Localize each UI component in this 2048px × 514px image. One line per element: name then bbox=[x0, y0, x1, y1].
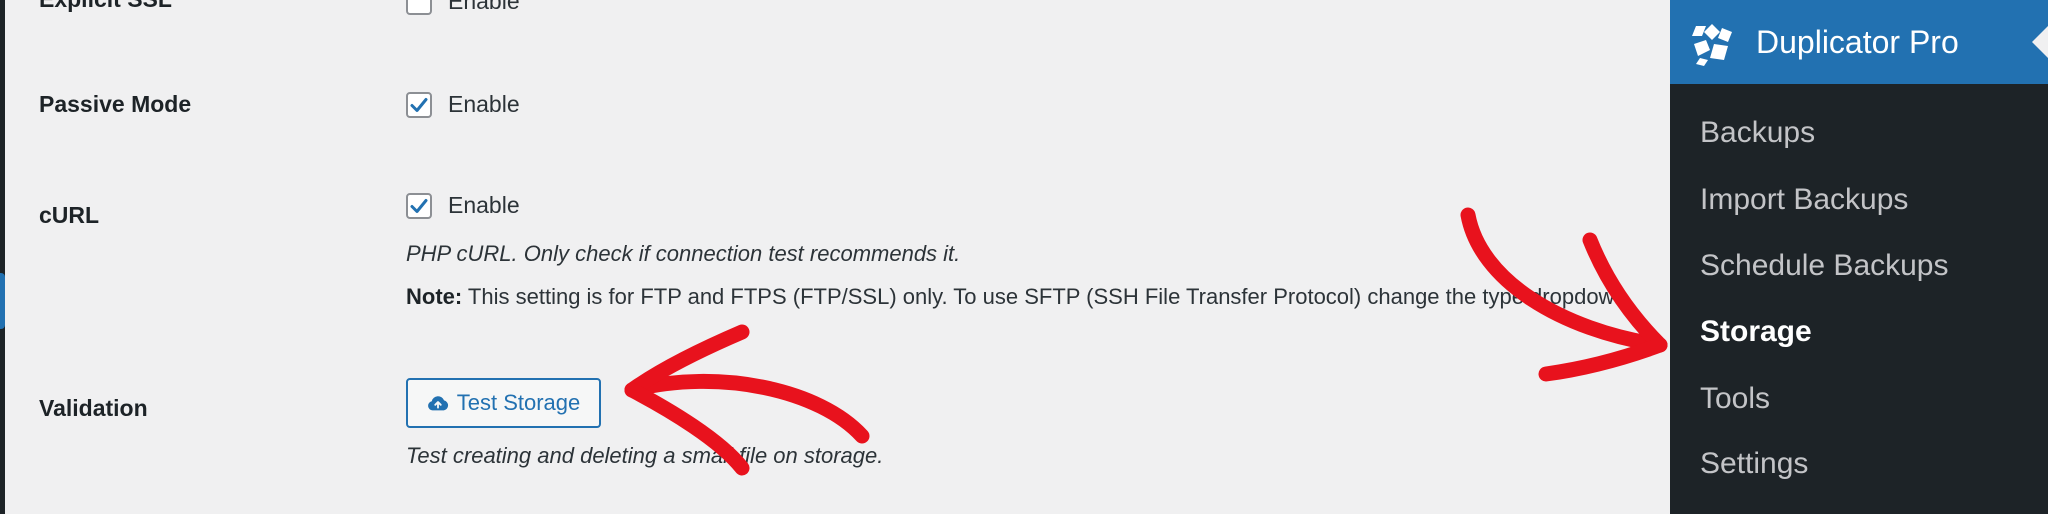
checkmark-icon bbox=[410, 97, 428, 112]
explicit-ssl-checkrow: Enable bbox=[406, 0, 520, 15]
passive-mode-label: Passive Mode bbox=[39, 91, 192, 117]
curl-checkrow: Enable bbox=[406, 192, 520, 219]
validation-description: Test creating and deleting a small file … bbox=[406, 443, 884, 468]
curl-checkbox[interactable] bbox=[406, 192, 432, 219]
explicit-ssl-label: Explicit SSL bbox=[39, 0, 172, 13]
cloud-upload-icon bbox=[427, 396, 448, 411]
passive-mode-check-label: Enable bbox=[448, 91, 520, 117]
arrow-to-storage-head-lower bbox=[1538, 337, 1668, 382]
explicit-ssl-check-label: Enable bbox=[448, 0, 520, 14]
arrow-to-button-shaft bbox=[624, 373, 870, 444]
admin-edge bbox=[0, 0, 5, 514]
passive-mode-checkbox[interactable] bbox=[406, 91, 432, 118]
sidebar-item-backups[interactable]: Backups bbox=[1700, 116, 1815, 150]
current-menu-pointer bbox=[2032, 26, 2048, 58]
checkmark-icon bbox=[410, 198, 428, 213]
test-storage-label: Test Storage bbox=[456, 390, 581, 415]
duplicator-logo-icon bbox=[1692, 24, 1732, 66]
sidebar-item-schedule-backups[interactable]: Schedule Backups bbox=[1700, 249, 1949, 283]
explicit-ssl-checkbox[interactable] bbox=[406, 0, 432, 15]
admin-edge-tab bbox=[0, 273, 5, 329]
passive-mode-checkrow: Enable bbox=[406, 91, 520, 118]
arrow-to-storage-shaft bbox=[1460, 207, 1668, 353]
note-text: This setting is for FTP and FTPS (FTP/SS… bbox=[462, 284, 1627, 309]
arrow-to-button-head-upper bbox=[624, 324, 750, 398]
sidebar-item-tools[interactable]: Tools bbox=[1700, 382, 1770, 416]
test-storage-button[interactable]: Test Storage bbox=[406, 378, 601, 428]
validation-label: Validation bbox=[39, 395, 148, 421]
sidebar-item-settings[interactable]: Settings bbox=[1700, 447, 1808, 481]
curl-check-label: Enable bbox=[448, 192, 520, 218]
note-label: Note: bbox=[406, 284, 463, 309]
sidebar-item-import-backups[interactable]: Import Backups bbox=[1700, 183, 1908, 217]
admin-sidebar: Duplicator Pro Backups Import Backups Sc… bbox=[1670, 0, 2048, 514]
curl-description: PHP cURL. Only check if connection test … bbox=[406, 241, 961, 266]
duplicator-menu-title: Duplicator Pro bbox=[1756, 24, 1959, 60]
duplicator-menu-header[interactable]: Duplicator Pro bbox=[1670, 0, 2048, 84]
sidebar-item-storage[interactable]: Storage bbox=[1700, 315, 1812, 349]
curl-label: cURL bbox=[39, 202, 100, 228]
curl-note: Note: This setting is for FTP and FTPS (… bbox=[406, 284, 1676, 310]
